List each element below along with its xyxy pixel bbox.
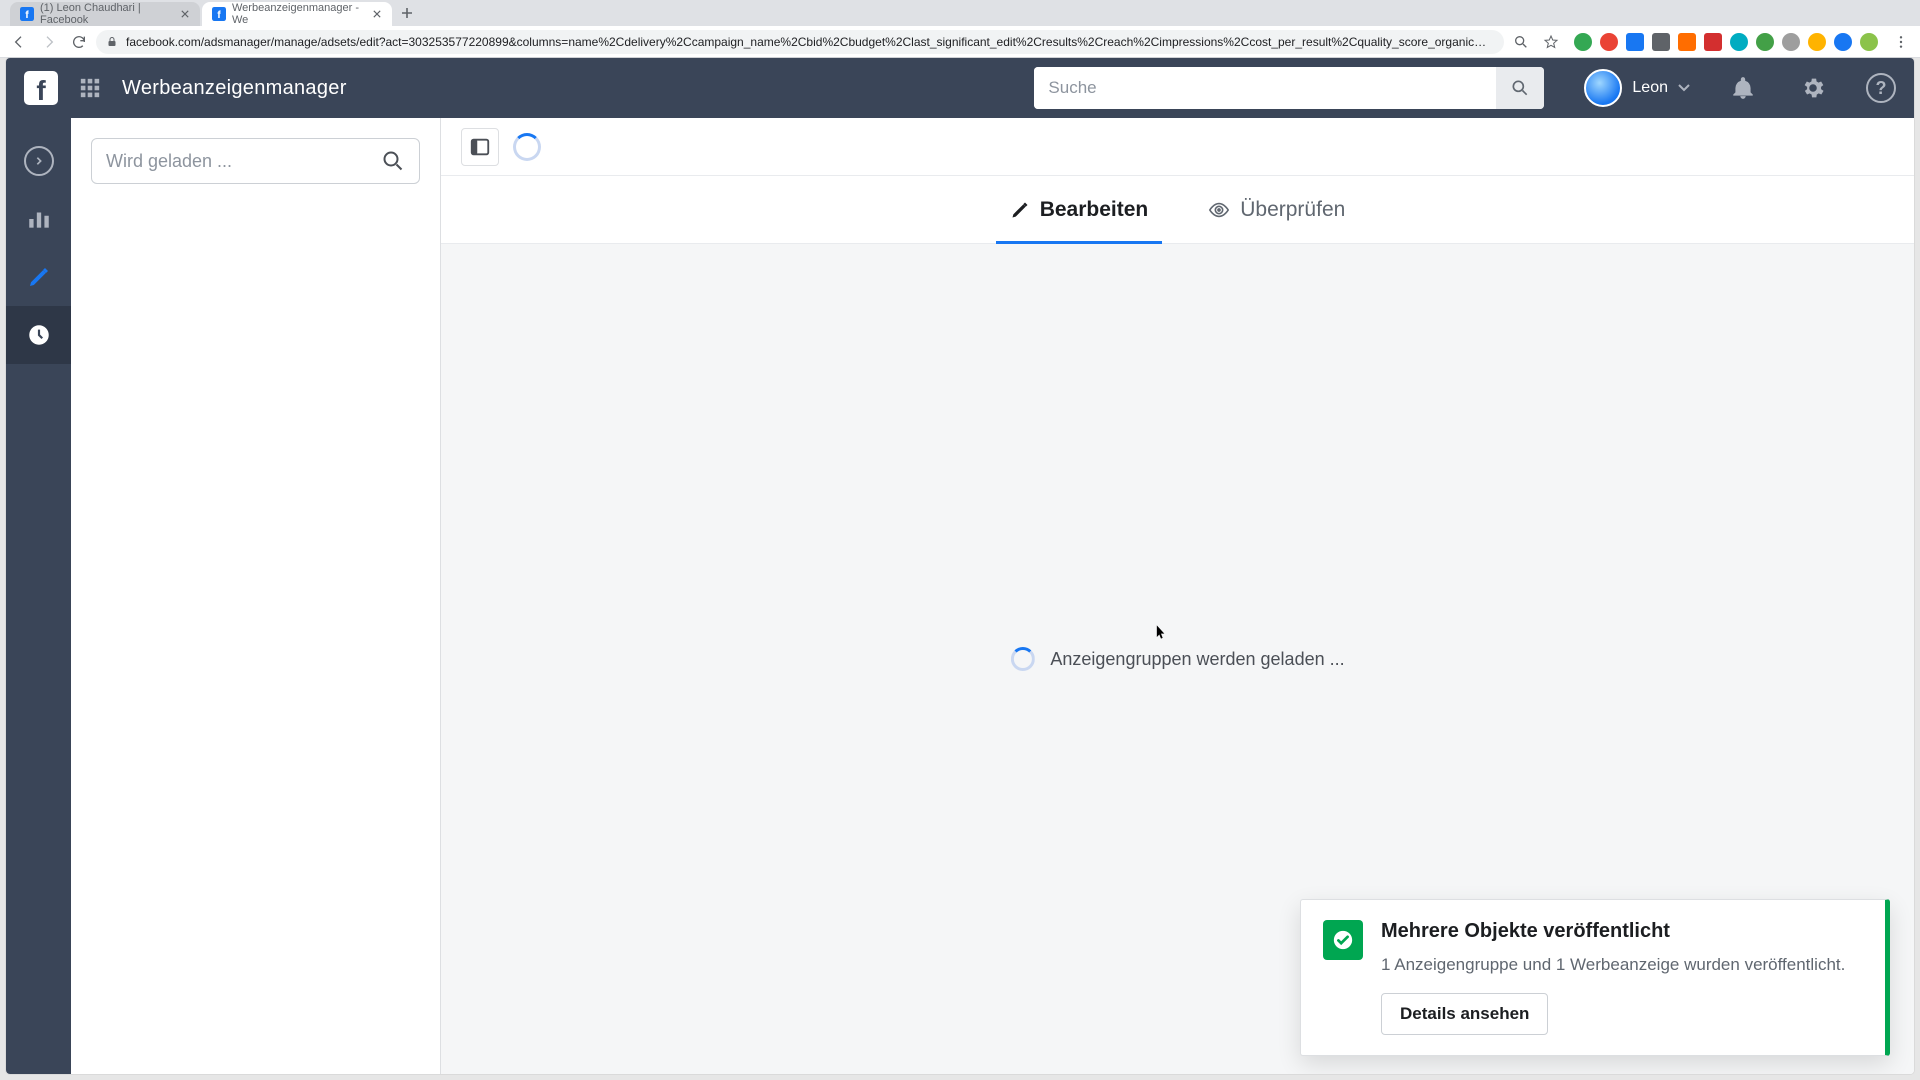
eye-icon <box>1208 199 1230 221</box>
app-header: f Werbeanzeigenmanager Leon <box>6 58 1914 118</box>
extensions-row <box>1568 33 1884 51</box>
svg-text:f: f <box>217 9 221 21</box>
user-name: Leon <box>1632 79 1668 97</box>
bar-chart-icon <box>26 206 52 232</box>
settings-icon[interactable] <box>1796 71 1830 105</box>
search-icon <box>381 149 405 173</box>
left-rail <box>6 118 71 1074</box>
notifications-icon[interactable] <box>1726 71 1760 105</box>
close-icon[interactable] <box>179 8 190 20</box>
lock-icon <box>106 36 118 48</box>
top-search-input[interactable] <box>1034 67 1496 109</box>
tab-label: Überprüfen <box>1240 198 1345 222</box>
facebook-logo-icon[interactable]: f <box>24 71 58 105</box>
extension-icon[interactable] <box>1626 33 1644 51</box>
user-menu[interactable]: Leon <box>1584 69 1690 107</box>
extension-icon[interactable] <box>1574 33 1592 51</box>
check-icon <box>1323 920 1363 960</box>
loading-spinner-icon <box>1010 647 1034 671</box>
loading-text: Anzeigengruppen werden geladen ... <box>1050 649 1344 670</box>
loading-spinner-icon <box>513 133 541 161</box>
help-icon[interactable]: ? <box>1866 73 1896 103</box>
pencil-icon <box>27 265 51 289</box>
side-panel-icon <box>469 136 491 158</box>
toast-message: 1 Anzeigengruppe und 1 Werbeanzeige wurd… <box>1381 953 1845 977</box>
main-toolbar <box>441 118 1914 176</box>
app-title: Werbeanzeigenmanager <box>122 77 347 100</box>
browser-tab-0[interactable]: f (1) Leon Chaudhari | Facebook <box>10 2 200 26</box>
close-icon[interactable] <box>371 8 382 20</box>
rail-collapse-button[interactable] <box>6 132 71 190</box>
sidebar <box>71 118 441 1074</box>
new-tab-button[interactable] <box>394 0 420 26</box>
toast-body: Mehrere Objekte veröffentlicht 1 Anzeige… <box>1381 920 1845 1035</box>
forward-button[interactable] <box>36 29 62 55</box>
browser-chrome: f (1) Leon Chaudhari | Facebook f Werbea… <box>0 0 1920 58</box>
extension-icon[interactable] <box>1704 33 1722 51</box>
app: f Werbeanzeigenmanager Leon <box>6 58 1914 1074</box>
browser-tab-1[interactable]: f Werbeanzeigenmanager - We <box>202 2 392 26</box>
extension-icon[interactable] <box>1600 33 1618 51</box>
toggle-panel-button[interactable] <box>461 128 499 166</box>
browser-tab-title: (1) Leon Chaudhari | Facebook <box>40 2 173 26</box>
toast-details-button[interactable]: Details ansehen <box>1381 993 1548 1035</box>
star-icon[interactable] <box>1538 29 1564 55</box>
svg-text:f: f <box>25 9 29 21</box>
browser-menu-icon[interactable] <box>1888 29 1914 55</box>
extension-icon[interactable] <box>1678 33 1696 51</box>
browser-tab-title: Werbeanzeigenmanager - We <box>232 2 365 26</box>
clock-icon <box>26 322 52 348</box>
rail-history[interactable] <box>6 306 71 364</box>
cursor-icon <box>1156 624 1166 640</box>
loading-indicator: Anzeigengruppen werden geladen ... <box>1010 647 1344 671</box>
top-search-button[interactable] <box>1496 67 1544 109</box>
extension-icon[interactable] <box>1652 33 1670 51</box>
chevron-down-icon <box>1678 84 1690 92</box>
url-text: facebook.com/adsmanager/manage/adsets/ed… <box>126 35 1494 49</box>
extension-icon[interactable] <box>1860 33 1878 51</box>
sidebar-search[interactable] <box>91 138 420 184</box>
toast-title: Mehrere Objekte veröffentlicht <box>1381 920 1845 943</box>
tab-edit[interactable]: Bearbeiten <box>1010 176 1149 244</box>
rail-edit[interactable] <box>6 248 71 306</box>
pencil-icon <box>1010 200 1030 220</box>
apps-grid-icon[interactable] <box>74 72 106 104</box>
view-tabs: Bearbeiten Überprüfen <box>441 176 1914 244</box>
tab-label: Bearbeiten <box>1040 198 1149 222</box>
extension-icon[interactable] <box>1808 33 1826 51</box>
extension-icon[interactable] <box>1834 33 1852 51</box>
back-button[interactable] <box>6 29 32 55</box>
address-bar-row: facebook.com/adsmanager/manage/adsets/ed… <box>0 26 1920 58</box>
toast-success: Mehrere Objekte veröffentlicht 1 Anzeige… <box>1300 899 1890 1056</box>
sidebar-search-input[interactable] <box>106 139 381 183</box>
top-search[interactable] <box>1034 67 1544 109</box>
favicon-facebook-icon: f <box>20 7 34 21</box>
address-bar[interactable]: facebook.com/adsmanager/manage/adsets/ed… <box>96 30 1504 54</box>
rail-overview[interactable] <box>6 190 71 248</box>
avatar <box>1584 69 1622 107</box>
favicon-facebook-icon: f <box>212 7 226 21</box>
extension-icon[interactable] <box>1730 33 1748 51</box>
extension-icon[interactable] <box>1756 33 1774 51</box>
tabstrip: f (1) Leon Chaudhari | Facebook f Werbea… <box>0 0 1920 26</box>
extension-icon[interactable] <box>1782 33 1800 51</box>
zoom-icon[interactable] <box>1508 29 1534 55</box>
tab-review[interactable]: Überprüfen <box>1208 176 1345 244</box>
reload-button[interactable] <box>66 29 92 55</box>
sidebar-content <box>91 184 420 1074</box>
chevron-right-icon <box>24 146 54 176</box>
